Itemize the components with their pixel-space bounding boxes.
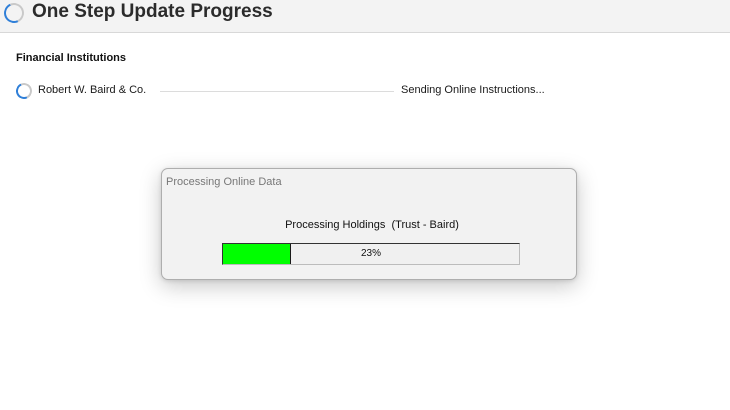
dialog-title: Processing Online Data xyxy=(166,176,282,188)
progress-bar: 23% xyxy=(222,243,520,265)
page-title: One Step Update Progress xyxy=(32,1,273,22)
institution-name: Robert W. Baird & Co. xyxy=(38,84,147,96)
loading-spinner-icon xyxy=(1,0,27,26)
processing-message: Processing Holdings (Trust - Baird) xyxy=(285,219,459,231)
progress-percent-label: 23% xyxy=(360,248,381,259)
institution-row: Robert W. Baird & Co. Sending Online Ins… xyxy=(13,80,716,102)
financial-institutions-heading: Financial Institutions xyxy=(16,52,127,64)
one-step-update-window: One Step Update Progress Financial Insti… xyxy=(0,0,730,410)
dotted-leader-divider xyxy=(160,91,394,92)
header-bar: One Step Update Progress xyxy=(0,0,730,33)
institution-status: Sending Online Instructions... xyxy=(401,84,545,96)
loading-spinner-icon xyxy=(13,80,35,102)
processing-dialog: Processing Online Data Processing Holdin… xyxy=(161,168,577,280)
